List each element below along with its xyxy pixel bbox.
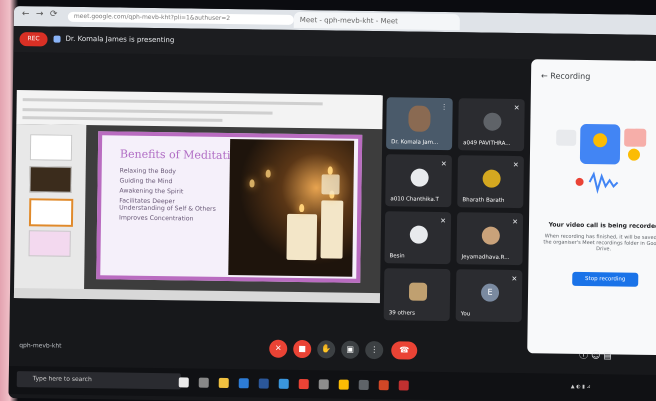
slide-bullets: Relaxing the Body Guiding the Mind Awake…: [119, 167, 220, 225]
app-icon[interactable]: [398, 380, 409, 391]
avatar: [481, 226, 500, 245]
bullet-item: Facilitates Deeper Understanding of Self…: [119, 197, 216, 213]
more-options-button[interactable]: ⋮: [365, 340, 384, 360]
mic-off-button[interactable]: ✕: [269, 339, 288, 358]
word-icon[interactable]: [258, 378, 269, 389]
camera-off-button[interactable]: ■: [293, 339, 312, 359]
side-controls: ⓘ ☺ ▤: [579, 348, 612, 361]
avatar: [482, 169, 501, 188]
bullet-item: Awakening the Spirit: [119, 187, 184, 196]
browser-tab[interactable]: Meet - qph-mevb-kht - Meet: [293, 11, 460, 31]
avatar: [410, 168, 429, 187]
participant-tile[interactable]: ✕ Besin: [384, 211, 452, 265]
taskbar-search[interactable]: Type here to search: [16, 371, 181, 390]
candles-photo: [228, 139, 355, 277]
mic-off-icon: ✕: [440, 216, 447, 226]
recording-title: Your video call is being recorded: [548, 221, 656, 231]
monitor-screen: ← → ⟳ meet.google.com/qph-mevb-kht?pli=1…: [8, 6, 656, 401]
reload-icon[interactable]: ⟳: [50, 10, 58, 20]
participant-tile[interactable]: ⋮ Dr. Komala Jam...: [386, 97, 453, 151]
slide-thumbnails: [13, 124, 87, 300]
avatar: [409, 225, 428, 244]
participant-name: 39 others: [388, 310, 416, 317]
chrome-icon[interactable]: [338, 379, 349, 390]
mic-off-icon: ✕: [513, 103, 520, 113]
participant-name: Jeyamadhava.R...: [461, 254, 510, 261]
powerpoint-icon[interactable]: [378, 380, 389, 391]
recording-badge: REC: [19, 32, 48, 47]
address-bar[interactable]: meet.google.com/qph-mevb-kht?pli=1&authu…: [67, 11, 294, 25]
participant-tile[interactable]: ✕ Bharath Barath: [457, 155, 524, 209]
stop-recording-button[interactable]: Stop recording: [572, 271, 639, 287]
self-tile[interactable]: E ✕ You: [455, 269, 523, 323]
call-controls: ✕ ■ ✋ ▣ ⋮ ☎: [269, 339, 439, 364]
avatar: [483, 112, 502, 131]
present-button[interactable]: ▣: [341, 340, 360, 359]
start-icon[interactable]: [178, 377, 189, 388]
participant-name: Dr. Komala Jam...: [391, 139, 439, 146]
ppt-status-bar: [13, 288, 381, 304]
participant-name: Besin: [389, 253, 405, 260]
app-icon[interactable]: [298, 379, 309, 390]
recording-panel-header: ← Recording: [541, 71, 591, 82]
mic-icon: ⋮: [440, 102, 448, 112]
taskview-icon[interactable]: [198, 377, 209, 388]
participant-name: Bharath Barath: [462, 197, 505, 204]
slide-title: Benefits of Meditation: [119, 147, 245, 163]
raise-hand-button[interactable]: ✋: [317, 340, 336, 359]
info-icon[interactable]: ⓘ: [579, 351, 588, 361]
mic-off-icon: ✕: [512, 160, 519, 170]
app-icon[interactable]: [318, 379, 329, 390]
forward-icon[interactable]: →: [36, 9, 44, 19]
self-avatar: E: [480, 283, 500, 302]
bullet-item: Improves Concentration: [119, 214, 194, 223]
others-avatars: [408, 282, 428, 301]
leave-call-button[interactable]: ☎: [391, 341, 418, 360]
recording-illustration-icon: [556, 124, 647, 195]
mic-off-icon: ✕: [511, 274, 518, 284]
participant-name: a010 Chanthika.T: [390, 196, 439, 203]
taskbar: Type here to search ▲ ◐ ▮ ⊿: [8, 365, 656, 401]
chat-icon[interactable]: ▤: [603, 351, 612, 361]
participant-video: [408, 105, 431, 132]
participant-name: You: [460, 311, 471, 318]
presenting-label: Dr. Komala James is presenting: [65, 34, 175, 45]
mail-icon[interactable]: [278, 378, 289, 389]
back-icon[interactable]: ←: [22, 9, 30, 19]
recording-description: When recording has finished, it will be …: [543, 233, 656, 253]
bullet-item: Relaxing the Body: [119, 167, 177, 176]
bullet-item: Guiding the Mind: [119, 177, 173, 186]
photo-frame: ← → ⟳ meet.google.com/qph-mevb-kht?pli=1…: [0, 0, 656, 401]
presentation-icon: [53, 35, 61, 43]
participant-tile[interactable]: ✕ a010 Chanthika.T: [385, 154, 452, 208]
ppt-ribbon: [16, 90, 383, 130]
participant-name: a049 PAVITHRA...: [463, 140, 511, 147]
others-tile[interactable]: 39 others: [383, 268, 451, 322]
current-slide: Benefits of Meditation Relaxing the Body…: [96, 131, 363, 283]
back-arrow-icon[interactable]: ←: [541, 71, 548, 80]
participant-tile[interactable]: ✕ Jeyamadhava.R...: [456, 212, 524, 266]
mic-off-icon: ✕: [440, 159, 447, 169]
app-icon[interactable]: [358, 379, 369, 390]
system-tray: ▲ ◐ ▮ ⊿: [570, 383, 591, 391]
edge-icon[interactable]: [238, 378, 249, 389]
shared-screen: Benefits of Meditation Relaxing the Body…: [13, 90, 383, 304]
meeting-code: qph-mevb-kht: [19, 342, 62, 350]
mic-off-icon: ✕: [512, 217, 519, 227]
participant-tile[interactable]: ✕ a049 PAVITHRA...: [458, 98, 525, 152]
recording-panel: ← Recording Your video call is being rec…: [527, 59, 656, 356]
explorer-icon[interactable]: [218, 377, 229, 389]
people-icon[interactable]: ☺: [591, 351, 601, 361]
